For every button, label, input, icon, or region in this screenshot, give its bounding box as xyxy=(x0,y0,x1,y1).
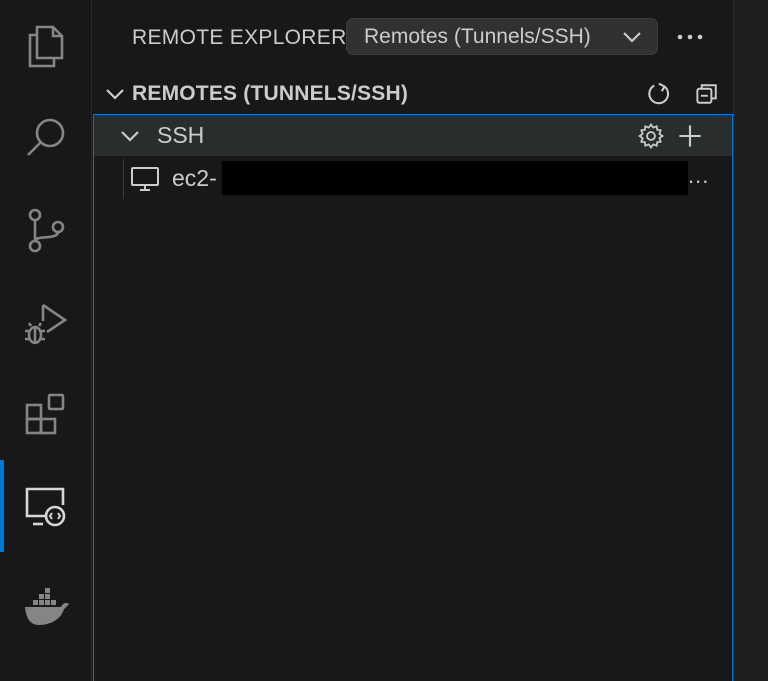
host-truncation: ... xyxy=(688,163,710,188)
remote-type-dropdown[interactable]: Remotes (Tunnels/SSH) xyxy=(346,18,658,55)
activity-search[interactable] xyxy=(0,92,92,184)
activity-extensions[interactable] xyxy=(0,368,92,460)
collapse-all-icon xyxy=(696,84,717,104)
explorer-icon xyxy=(28,25,64,68)
refresh-button[interactable] xyxy=(642,78,674,110)
activity-source-control[interactable] xyxy=(0,184,92,276)
activity-bar xyxy=(0,0,92,681)
ssh-group-row[interactable]: SSH xyxy=(94,115,732,156)
refresh-icon xyxy=(648,82,670,105)
remote-explorer-icon xyxy=(25,487,66,527)
ssh-host-row[interactable]: ec2- ... xyxy=(94,159,732,199)
chevron-down-icon xyxy=(121,131,139,142)
collapse-all-button[interactable] xyxy=(691,78,723,110)
monitor-icon xyxy=(131,167,159,191)
docker-icon xyxy=(25,588,69,625)
configure-ssh-button[interactable] xyxy=(634,119,668,153)
add-new-host-button[interactable] xyxy=(673,119,707,153)
plus-icon xyxy=(679,125,701,147)
search-icon xyxy=(27,118,65,156)
ellipsis-icon xyxy=(677,34,703,40)
indent-guide xyxy=(123,159,124,199)
activity-remote-explorer[interactable] xyxy=(0,460,92,552)
activity-explorer[interactable] xyxy=(0,0,92,92)
activity-run-debug[interactable] xyxy=(0,276,92,368)
sidebar-title: REMOTE EXPLORER xyxy=(132,26,347,49)
section-title: REMOTES (TUNNELS/SSH) xyxy=(132,82,409,105)
redacted-hostname xyxy=(222,161,688,195)
run-debug-icon xyxy=(25,303,68,345)
ssh-group-label: SSH xyxy=(157,122,205,148)
source-control-icon xyxy=(28,208,65,253)
chevron-down-icon xyxy=(623,32,641,43)
remote-explorer-sidebar: REMOTE EXPLORER Remotes (Tunnels/SSH) RE… xyxy=(93,0,733,681)
chevron-down-icon xyxy=(106,89,124,100)
remotes-tree: SSH ec2- ... xyxy=(93,114,733,681)
remotes-section-header[interactable]: REMOTES (TUNNELS/SSH) xyxy=(93,76,733,112)
gear-icon xyxy=(638,123,664,149)
host-label: ec2- xyxy=(172,165,217,191)
activity-docker[interactable] xyxy=(0,560,92,652)
extensions-icon xyxy=(25,393,65,435)
editor-edge xyxy=(733,0,768,681)
more-actions-button[interactable] xyxy=(673,24,707,50)
dropdown-value: Remotes (Tunnels/SSH) xyxy=(364,24,591,48)
sidebar-title-row: REMOTE EXPLORER Remotes (Tunnels/SSH) xyxy=(93,0,733,76)
